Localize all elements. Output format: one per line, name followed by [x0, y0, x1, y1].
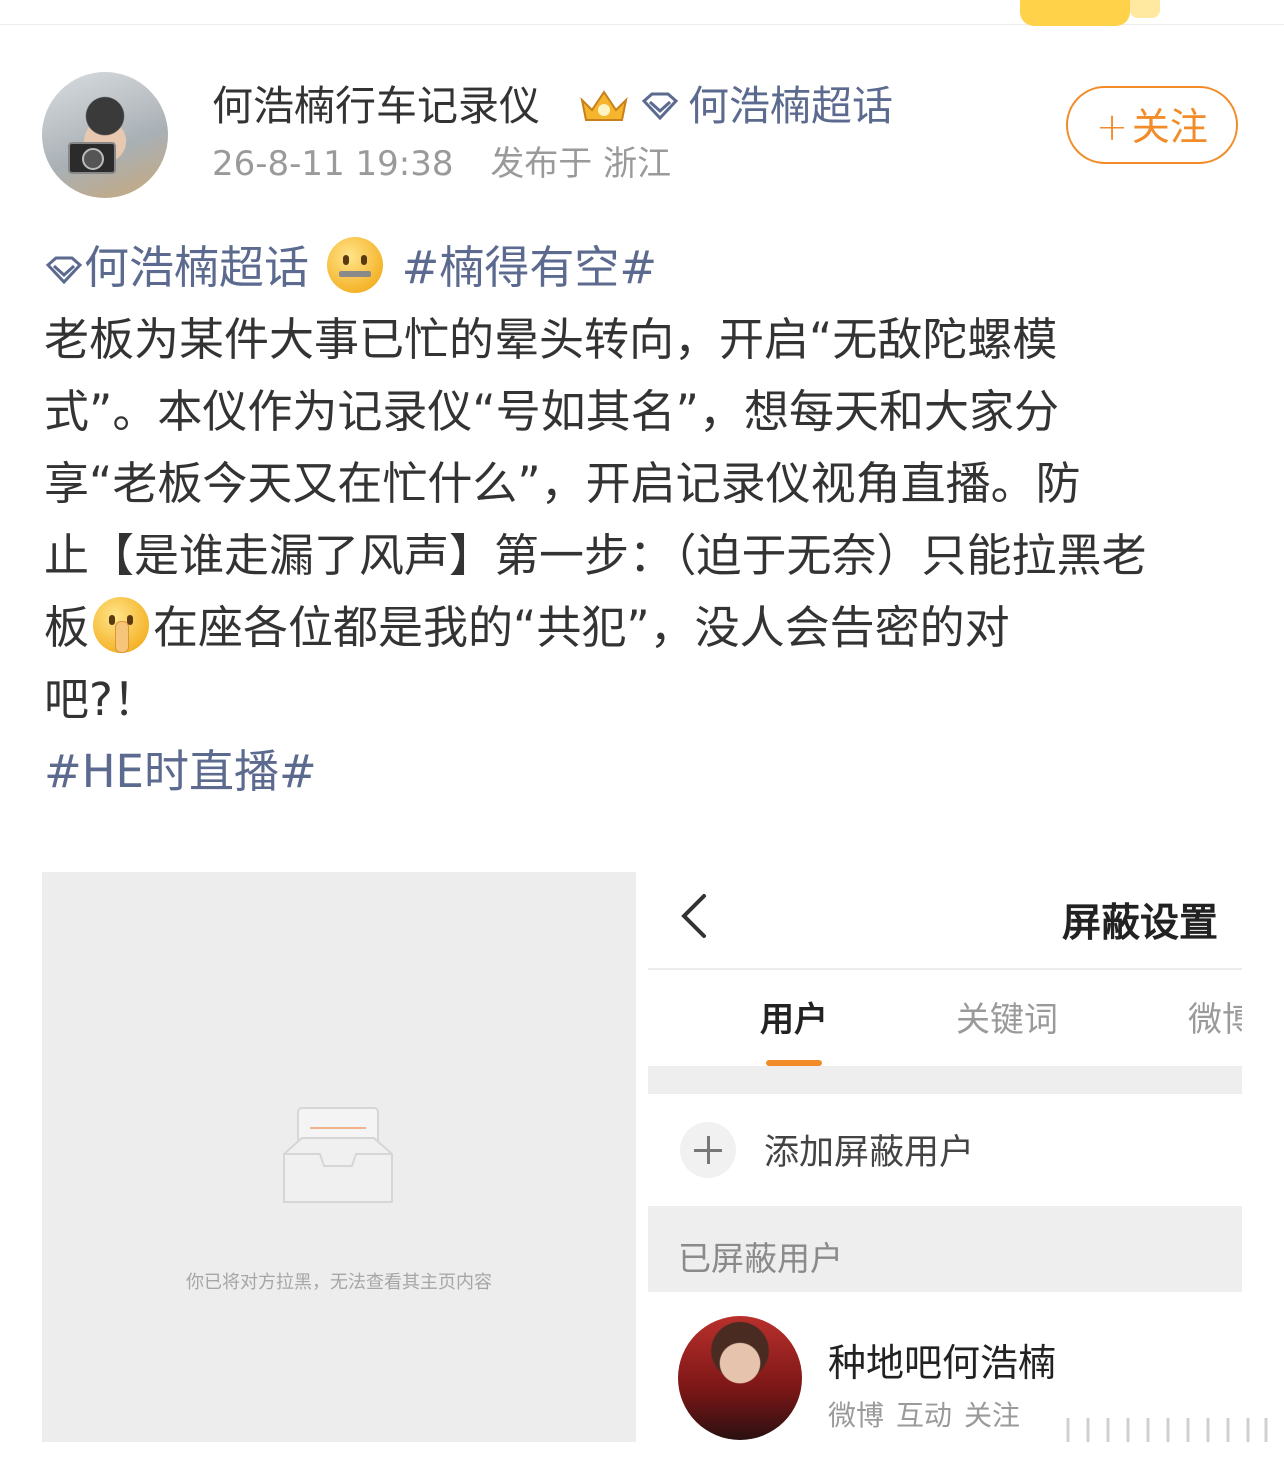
page-title: 屏蔽设置: [1061, 901, 1218, 946]
diamond-icon: [45, 256, 83, 285]
supertopic-label: 何浩楠超话: [688, 82, 893, 130]
crown-badge-icon: [580, 90, 628, 121]
tab-users[interactable]: 用户: [760, 992, 828, 1041]
supertopic-inline-link[interactable]: 何浩楠超话: [44, 241, 323, 294]
post-line: 吧?！: [44, 673, 158, 726]
poster-avatar[interactable]: [42, 72, 168, 198]
post-timestamp: 26-8-11 19:38: [212, 144, 454, 184]
post-line: 止【是谁走漏了风声】第一步：（迫于无奈）只能拉黑老: [44, 529, 1147, 582]
user-tag: 互动: [896, 1399, 953, 1432]
post-line: 老板为某件大事已忙的晕头转向，开启“无敌陀螺模: [44, 313, 1058, 366]
section-divider: [648, 1066, 1242, 1094]
add-blocked-user-row[interactable]: 添加屏蔽用户: [648, 1094, 1242, 1204]
back-chevron-icon[interactable]: [676, 892, 710, 940]
post-body: 何浩楠超话 #楠得有空# 老板为某件大事已忙的晕头转向，开启“无敌陀螺模 式”。…: [44, 232, 1244, 808]
plus-icon: [680, 1122, 736, 1178]
tab-keywords[interactable]: 关键词: [956, 992, 1058, 1041]
attached-image-blocked-page[interactable]: 你已将对方拉黑，无法查看其主页内容: [42, 872, 636, 1442]
plus-icon: +: [1096, 105, 1128, 149]
zipper-mouth-emoji: [327, 237, 384, 293]
supertopic-badge-icon: [1020, 0, 1160, 26]
post-location: 发布于 浙江: [490, 144, 672, 184]
follow-label: 关注: [1131, 105, 1208, 149]
blocked-user-avatar: [678, 1316, 802, 1440]
user-tag: 关注: [964, 1399, 1021, 1432]
post-line: #HE时直播#: [44, 736, 1244, 808]
add-blocked-user-label: 添加屏蔽用户: [764, 1133, 975, 1173]
hashtag-link[interactable]: #楠得有空#: [402, 241, 657, 294]
diamond-icon: [641, 92, 679, 121]
empty-inbox-icon: [283, 1107, 393, 1203]
blocked-user-tags: 微博 互动 关注: [828, 1394, 1020, 1434]
attached-image-block-settings[interactable]: 屏蔽设置 用户 关键词 微博 添加屏蔽用户 已屏蔽用户 种地吧何浩楠 微博 互动关…: [648, 872, 1242, 1442]
post-line: 板在座各位都是我的“共犯”，没人会告密的对: [44, 592, 1244, 664]
tab-weibo[interactable]: 微博: [1188, 992, 1242, 1041]
user-tag: 微博: [828, 1399, 885, 1432]
header-divider: [648, 968, 1242, 970]
blocked-users-label: 已屏蔽用户: [678, 1239, 843, 1278]
hashtag-link[interactable]: #HE时直播#: [44, 745, 317, 798]
tab-bar: 用户 关键词 微博: [648, 992, 1242, 1052]
post-line: 享“老板今天又在忙什么”，开启记录仪视角直播。防: [44, 457, 1081, 510]
follow-button[interactable]: + 关注: [1066, 86, 1238, 164]
blocked-user-name: 种地吧何浩楠: [828, 1341, 1057, 1385]
blocked-message: 你已将对方拉黑，无法查看其主页内容: [186, 1272, 492, 1293]
more-images-indicator-icon: [1066, 1418, 1268, 1442]
shushing-face-emoji: [93, 597, 150, 653]
post-line: 何浩楠超话 #楠得有空#: [44, 232, 1244, 304]
camera-icon: [68, 142, 116, 174]
poster-username[interactable]: 何浩楠行车记录仪: [212, 80, 540, 132]
post-meta: 26-8-11 19:38 发布于 浙江: [212, 142, 671, 186]
supertopic-link[interactable]: 何浩楠超话: [640, 80, 893, 132]
post-line: 式”。本仪作为记录仪“号如其名”，想每天和大家分: [44, 385, 1059, 438]
